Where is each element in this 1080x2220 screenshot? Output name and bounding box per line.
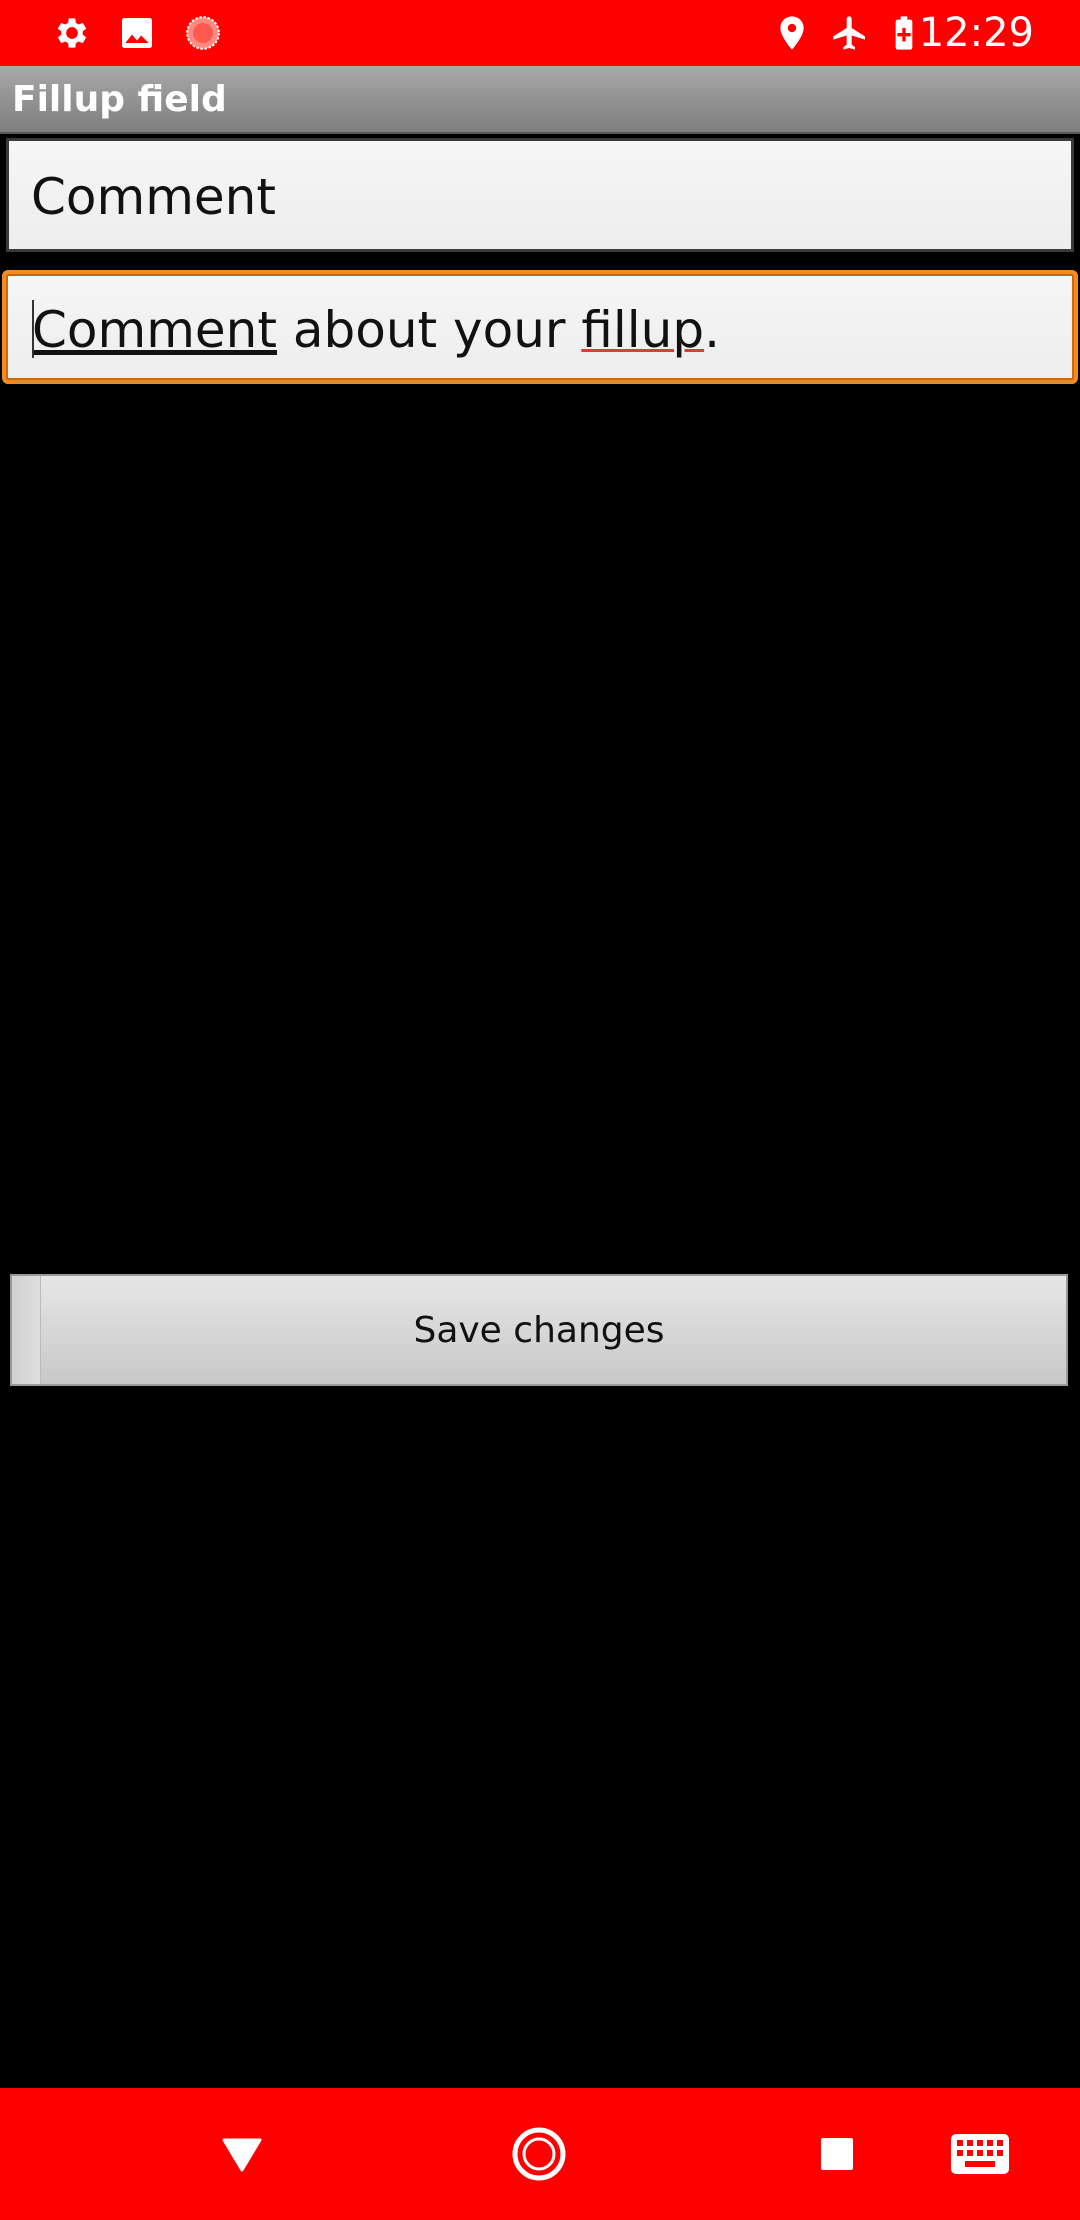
gear-icon xyxy=(50,11,94,55)
save-button-label: Save changes xyxy=(413,1309,665,1351)
status-clock: 12:29 xyxy=(918,10,1034,56)
comment-text-middle: about your xyxy=(276,301,582,359)
field-label-box: Comment xyxy=(6,138,1074,252)
text-caret xyxy=(32,300,34,358)
comment-word-composing: Comment xyxy=(32,301,277,359)
field-label: Comment xyxy=(31,168,276,226)
location-icon xyxy=(770,11,814,55)
page-title: Fillup field xyxy=(12,79,227,120)
comment-text-end: . xyxy=(704,301,720,359)
keyboard-icon[interactable] xyxy=(940,2114,1020,2194)
title-bar: Fillup field xyxy=(0,66,1080,134)
status-bar: 12:29 xyxy=(0,0,1080,66)
recording-icon xyxy=(181,11,225,55)
recents-icon[interactable] xyxy=(797,2114,877,2194)
comment-input[interactable]: Comment about your fillup. xyxy=(2,270,1078,384)
save-button[interactable]: Save changes xyxy=(10,1274,1068,1386)
home-icon[interactable] xyxy=(499,2114,579,2194)
image-icon xyxy=(115,11,159,55)
comment-word-misspelled: fillup xyxy=(581,301,705,359)
comment-input-value[interactable]: Comment about your fillup. xyxy=(32,300,720,360)
back-icon[interactable] xyxy=(202,2114,282,2194)
airplane-icon xyxy=(828,11,872,55)
button-edge xyxy=(12,1276,41,1384)
navigation-bar xyxy=(0,2088,1080,2220)
